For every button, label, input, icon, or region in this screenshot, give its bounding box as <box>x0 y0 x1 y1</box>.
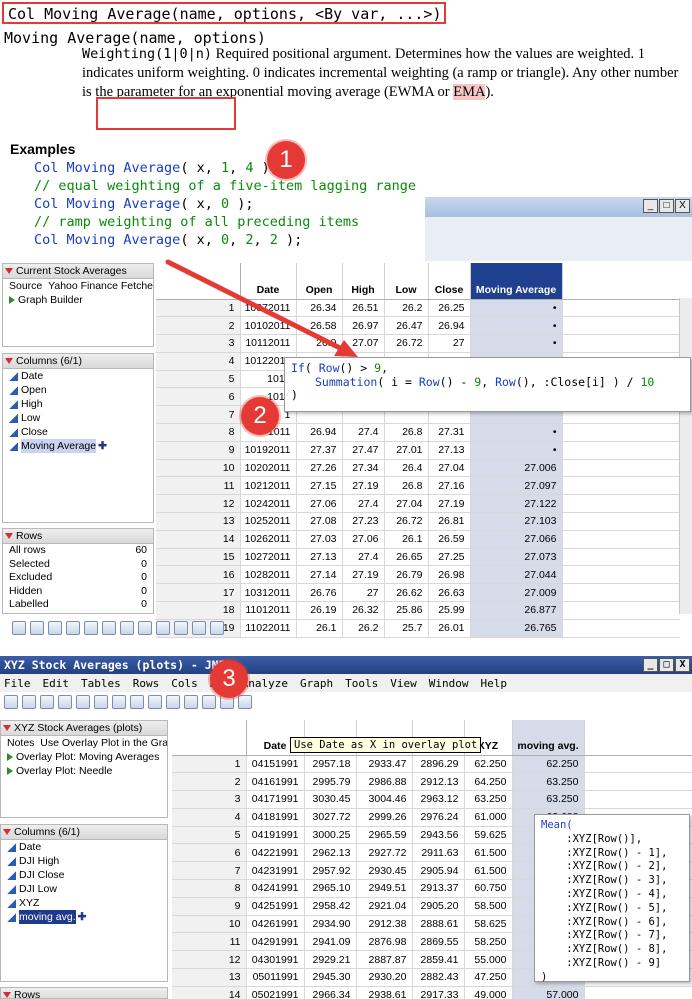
step-marker-2: 2 <box>241 397 279 435</box>
step-marker-1: 1 <box>267 141 305 179</box>
annotation-arrow <box>165 259 358 357</box>
step-marker-3: 3 <box>210 660 248 698</box>
